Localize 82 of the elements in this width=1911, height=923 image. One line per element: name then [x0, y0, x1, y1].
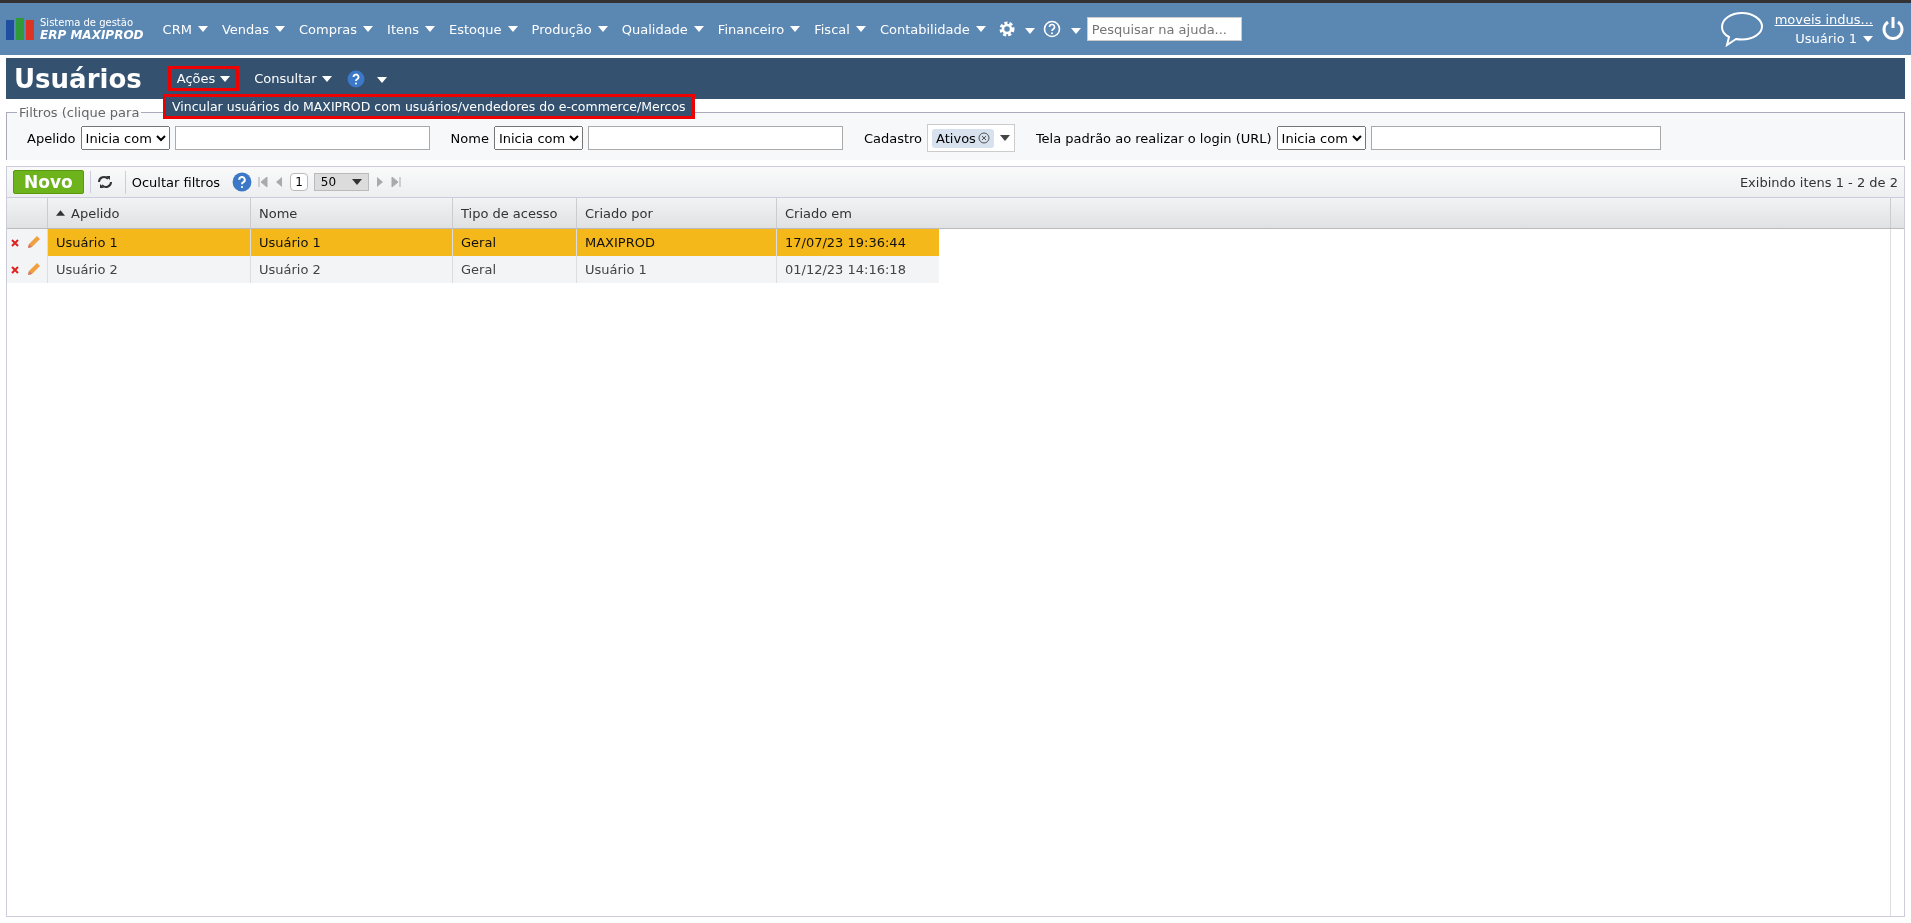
nav-menu[interactable]: Itens	[380, 21, 442, 37]
first-page-icon[interactable]	[258, 177, 269, 187]
status-tag: Ativos	[932, 128, 994, 148]
caret-icon	[425, 26, 435, 32]
nav-menu[interactable]: Qualidade	[614, 21, 711, 37]
nav-menu[interactable]: CRM	[155, 21, 215, 37]
column-header[interactable]: Criado em	[776, 198, 1890, 228]
table-cell: Usuário 2	[47, 256, 250, 283]
caret-icon	[790, 26, 801, 32]
previous-page-icon[interactable]	[274, 177, 285, 187]
table-row[interactable]: Usuário 1 Usuário 1 Geral MAXIPROD 17/07/23 19:36:44	[7, 229, 939, 256]
nav-menu[interactable]: Fiscal	[807, 21, 873, 37]
logo-icon	[6, 16, 34, 42]
caret-icon	[376, 77, 387, 83]
match-mode-select[interactable]: Inicia com	[493, 126, 583, 150]
power-icon[interactable]	[1881, 16, 1905, 42]
filter-input[interactable]	[587, 126, 843, 150]
filter-label: Cadastro	[863, 130, 923, 146]
hide-filters-button[interactable]: Ocultar filtros	[124, 170, 227, 194]
user-menu[interactable]: Usuário 1	[1795, 31, 1873, 46]
delete-icon[interactable]	[11, 265, 19, 274]
chat-icon[interactable]	[1718, 10, 1765, 48]
column-header[interactable]: Nome	[250, 198, 452, 228]
caret-icon	[855, 26, 866, 32]
table-cell: Usuário 2	[250, 256, 452, 283]
caret-icon	[321, 75, 332, 82]
filter-input[interactable]	[1370, 126, 1661, 150]
sort-ascending-icon	[56, 210, 65, 216]
nav-menu[interactable]: Compras	[292, 21, 381, 37]
table-cell: Geral	[452, 256, 576, 283]
page-size-select[interactable]: 50	[313, 173, 370, 191]
company-link[interactable]: moveis indus...	[1774, 12, 1873, 27]
table-cell: 01/12/23 14:16:18	[776, 256, 939, 283]
filter-label: Tela padrão ao realizar o login (URL)	[1035, 130, 1272, 146]
page-menu[interactable]: Consultar	[245, 66, 341, 91]
status-multiselect[interactable]: Ativos	[927, 124, 1015, 152]
help-icon[interactable]	[1042, 20, 1061, 38]
last-page-icon[interactable]	[391, 177, 402, 187]
caret-icon	[1070, 27, 1081, 34]
caret-icon	[352, 179, 363, 185]
caret-icon	[693, 26, 704, 32]
column-header[interactable]: Criado por	[576, 198, 776, 228]
help-search-field[interactable]: Pesquisar na ajuda...	[1086, 17, 1242, 41]
help-icon[interactable]	[232, 172, 253, 192]
match-mode-select[interactable]: Inicia com	[80, 126, 170, 150]
caret-icon	[597, 26, 608, 32]
nav-menu[interactable]: Financeiro	[710, 21, 808, 37]
nav-menu[interactable]: Vendas	[214, 21, 292, 37]
filters-legend[interactable]: Filtros (clique para	[17, 105, 142, 120]
dropdown-item[interactable]: Vincular usuários do MAXIPROD com usuários/vendedores do e-commerce/Mercos	[172, 99, 686, 114]
delete-icon[interactable]	[11, 238, 19, 247]
help-icon[interactable]	[346, 69, 365, 88]
filter-label: Apelido	[27, 130, 76, 146]
caret-icon	[507, 26, 518, 32]
brand-subtitle: Sistema de gestão	[40, 17, 134, 29]
pencil-icon[interactable]	[25, 261, 41, 278]
page-number[interactable]: 1	[290, 173, 308, 191]
filter-input[interactable]	[174, 126, 430, 150]
caret-icon	[975, 26, 986, 32]
caret-icon	[999, 135, 1010, 141]
column-header[interactable]: Tipo de acesso	[452, 198, 576, 228]
column-header[interactable]: Apelido	[47, 198, 250, 228]
caret-icon	[197, 26, 208, 32]
remove-icon[interactable]	[977, 132, 990, 144]
nav-menu[interactable]: Produção	[524, 21, 615, 37]
brand-name: ERP MAXIPROD	[40, 29, 144, 41]
caret-icon	[220, 75, 231, 82]
caret-icon	[363, 26, 374, 32]
caret-icon	[1863, 35, 1873, 42]
match-mode-select[interactable]: Inicia com	[1276, 126, 1366, 150]
caret-icon	[1024, 27, 1035, 34]
page-title: Usuários	[14, 63, 142, 94]
filter-label: Nome	[450, 130, 489, 146]
refresh-icon	[96, 175, 113, 189]
nav-menu[interactable]: Contabilidade	[872, 21, 993, 37]
nav-menu[interactable]: Estoque	[442, 21, 525, 37]
table-cell: Usuário 1	[576, 256, 776, 283]
page-menu[interactable]: Ações	[167, 66, 240, 91]
items-summary: Exibindo itens 1 - 2 de 2	[1739, 174, 1898, 190]
pencil-icon[interactable]	[25, 234, 41, 251]
table-row[interactable]: Usuário 2 Usuário 2 Geral Usuário 1 01/12/23 14:16:18	[7, 256, 939, 283]
caret-icon	[275, 26, 285, 32]
